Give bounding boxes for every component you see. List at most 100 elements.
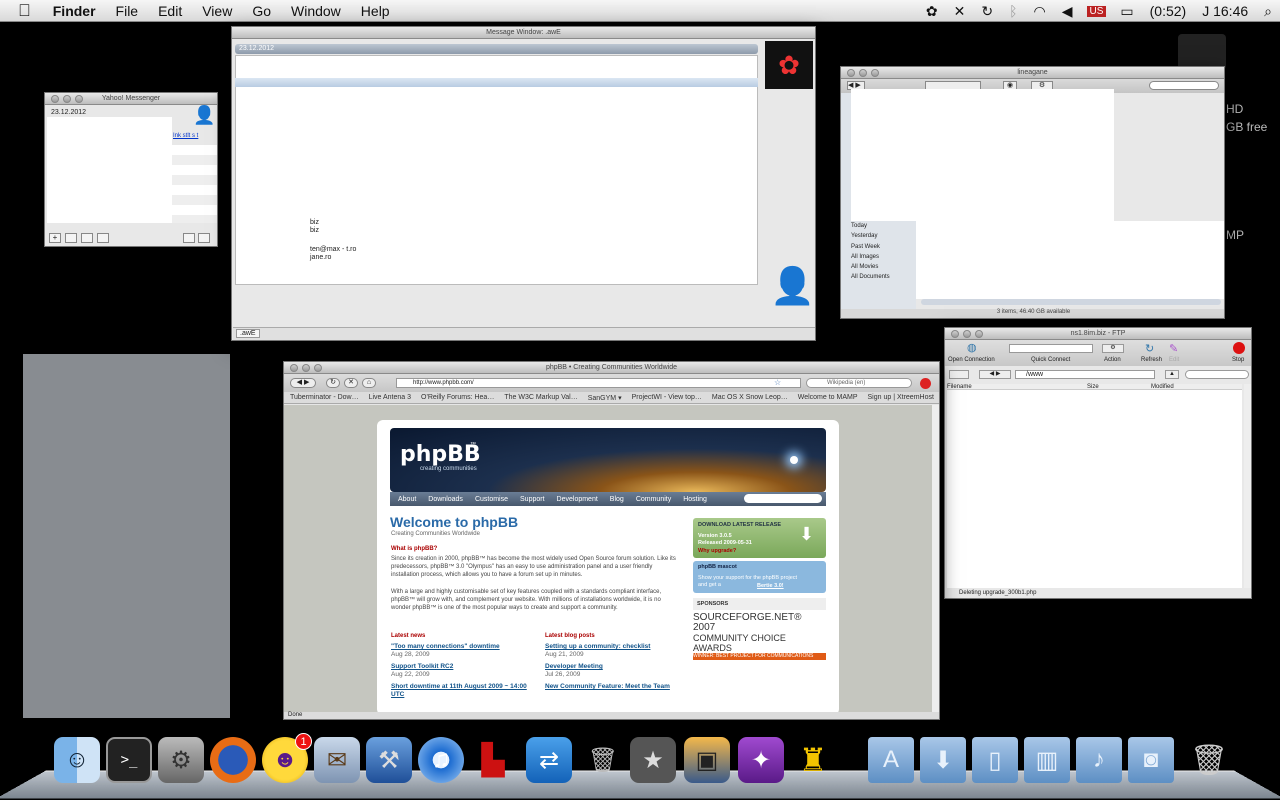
menu-view[interactable]: View [192,3,242,19]
xcode-icon[interactable]: ⚒ [366,737,412,783]
chat-icon[interactable] [183,233,195,243]
phpbb-logo[interactable]: phpBB [400,442,481,467]
teamviewer-icon[interactable]: ⇄ [526,737,572,783]
bookmark-item[interactable]: Welcome to MAMP [798,394,858,401]
settings-icon[interactable] [198,233,210,243]
blog-link[interactable]: New Community Feature: Meet the Team [545,683,681,691]
action-button[interactable]: Action [1104,357,1121,363]
refresh-icon[interactable]: ↻ [1145,342,1154,355]
contacts-icon[interactable] [81,233,93,243]
us-flag-icon[interactable]: US [1086,5,1107,17]
sidebar-item-all-movies[interactable]: All Movies [851,262,890,272]
reload-icon[interactable]: ↻ [326,378,340,388]
bookmark-item[interactable]: ProjectWI - View top… [632,394,702,401]
quick-connect-button[interactable]: Quick Connect [1031,357,1070,363]
bookmark-item[interactable]: O'Reilly Forums: Hea… [421,394,494,401]
menu-go[interactable]: Go [242,3,281,19]
column-modified[interactable]: Modified [1151,384,1174,390]
vertical-scrollbar[interactable] [932,405,939,712]
buddy-rows[interactable] [172,145,217,223]
path-select[interactable]: /www [1015,370,1155,379]
edit-icon[interactable]: ✎ [1169,342,1178,355]
sourceforge-award[interactable]: SOURCEFORGE.NET® 2007 COMMUNITY CHOICE A… [693,613,826,660]
bookmark-item[interactable]: The W3C Markup Val… [504,394,577,401]
quick-connect-field[interactable] [1009,344,1093,353]
nav-arrows[interactable]: ◀ ▶ [979,370,1011,379]
cyberduck-icon[interactable]: ♜ [790,737,836,783]
grid-icon[interactable] [97,233,109,243]
chat-tab[interactable]: .awE [236,329,260,338]
photo-editor-icon[interactable]: ✦ [738,737,784,783]
yahoo-messenger-icon[interactable]: ☻ 1 [262,733,312,783]
music-folder-icon[interactable]: ♪ [1076,737,1122,783]
stop-icon[interactable] [1233,342,1245,354]
sidebar-item-yesterday[interactable]: Yesterday [851,231,890,241]
movies-folder-icon[interactable]: ▥ [1024,737,1070,783]
utilities-icon[interactable]: 🗑 [580,737,626,783]
battery-time[interactable]: (0:52) [1142,3,1195,19]
nav-customise[interactable]: Customise [475,496,508,503]
finder-columns[interactable] [916,221,1224,299]
finder-column-view[interactable] [851,89,1114,221]
stop-icon[interactable]: ✕ [344,378,358,388]
paw-icon[interactable]: ✿ [918,3,946,20]
firefox-icon[interactable] [210,737,256,783]
column-size[interactable]: Size [1087,384,1151,390]
vertical-scrollbar[interactable] [1244,384,1251,588]
window-titlebar[interactable]: phpBB • Creating Communities Worldwide [284,362,939,374]
mascot-box[interactable]: phpBB mascot Show your support for the p… [693,561,826,593]
url-field[interactable]: http://www.phpbb.com/ [396,378,801,388]
status-icon[interactable] [65,233,77,243]
news-link[interactable]: Short downtime at 11th August 2009 ~ 14:… [391,683,531,699]
download-box[interactable]: DOWNLOAD LATEST RELEASE Version 3.0.5 Re… [693,518,826,558]
window-titlebar[interactable]: Yahoo! Messenger [45,93,217,105]
blog-link[interactable]: Setting up a community: checklist [545,643,681,651]
nav-about[interactable]: About [398,496,416,503]
documents-folder-icon[interactable]: ▯ [972,737,1018,783]
mascot-link[interactable]: Bertie 3.0! [757,583,784,589]
message-window[interactable]: Message Window: .awE 23.12.2012 biz biz … [231,26,816,341]
search-input[interactable] [1149,81,1219,90]
hard-disk-icon[interactable] [1178,34,1226,70]
browser-viewport[interactable]: phpBB ™ creating communities About Downl… [284,405,932,715]
trash-icon[interactable]: 🗑 [1186,737,1232,783]
applications-folder-icon[interactable]: A [868,737,914,783]
volume-icon[interactable]: ◀ [1054,3,1081,20]
ftp-window[interactable]: ns1.8im.biz - FTP ◍ Open Connection Quic… [944,327,1252,599]
buddy-list[interactable] [47,117,172,223]
itunes-icon[interactable]: ♫ [418,737,464,783]
refresh-button[interactable]: Refresh [1141,357,1162,363]
window-titlebar[interactable]: lineagane [841,67,1224,79]
bookmark-star-icon[interactable]: ☆ [774,378,781,387]
spotlight-icon[interactable]: ⌕ [1256,3,1280,20]
window-controls[interactable] [51,95,83,103]
menu-clock[interactable]: J 16:46 [1194,3,1256,19]
tools-icon[interactable]: ✕ [946,3,974,20]
sidebar-item-all-images[interactable]: All Images [851,252,890,262]
menu-finder[interactable]: Finder [43,3,106,19]
bookmark-item[interactable]: SanGYM ▾ [588,394,622,402]
sync-icon[interactable]: ↻ [973,3,1001,20]
bookmarks-icon[interactable] [949,370,969,379]
terminal-icon[interactable]: >_ [106,737,152,783]
buddy-link[interactable]: Ink stlt s t [173,133,198,139]
upgrade-link[interactable]: Why upgrade? [698,548,736,554]
nav-support[interactable]: Support [520,496,545,503]
menu-help[interactable]: Help [351,3,400,19]
add-icon[interactable]: + [49,233,61,243]
blog-link[interactable]: Developer Meeting [545,663,681,671]
wifi-icon[interactable]: ◠ [1026,3,1054,20]
imovie-icon[interactable]: ★ [630,737,676,783]
news-link[interactable]: "Too many connections" downtime [391,643,531,651]
bookmark-item[interactable]: Sign up | XtreemHost [868,394,934,401]
finder-window[interactable]: lineagane ◀ ▶ ◉ ⚙ Today Yesterday Past W… [840,66,1225,319]
system-preferences-icon[interactable]: ⚙ [158,737,204,783]
yahoo-messenger-window[interactable]: Yahoo! Messenger 23.12.2012 👤 Ink stlt s… [44,92,218,247]
globe-icon[interactable]: ◍ [967,341,977,354]
column-filename[interactable]: Filename [947,384,1087,390]
up-icon[interactable]: ▲ [1165,370,1179,379]
nav-community[interactable]: Community [636,496,671,503]
search-field[interactable]: Wikipedia (en) [806,378,912,388]
ftp-file-list[interactable]: Filename Size Modified [947,384,1242,588]
window-titlebar[interactable]: Message Window: .awE [232,27,815,39]
